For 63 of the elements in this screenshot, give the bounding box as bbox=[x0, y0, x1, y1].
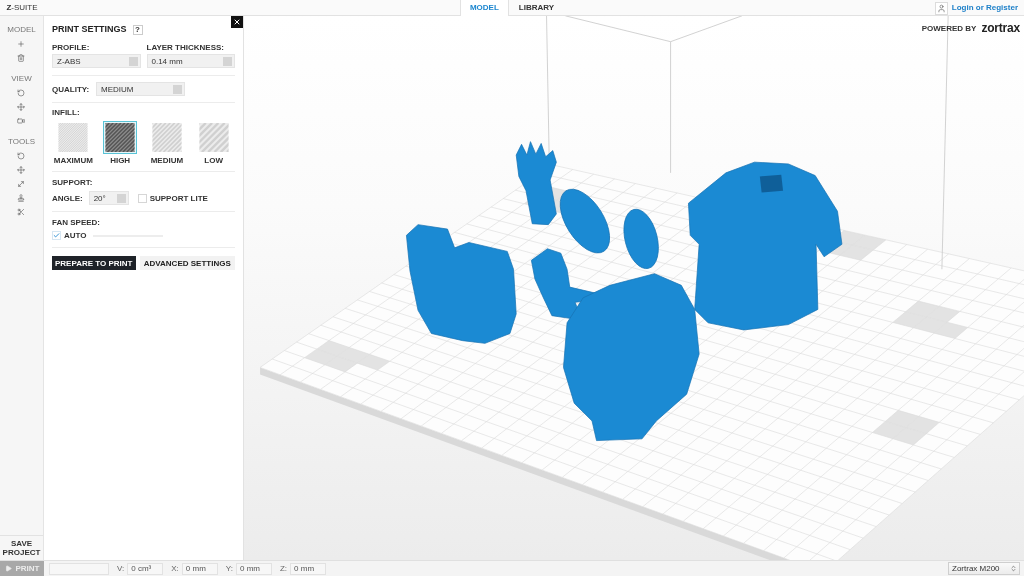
login-link[interactable]: Login or Register bbox=[951, 3, 1018, 13]
dropdown-handle-icon bbox=[173, 84, 182, 94]
panel-title: PRINT SETTINGS bbox=[52, 24, 127, 35]
field-label: INFILL: bbox=[52, 108, 81, 117]
video-camera-icon[interactable] bbox=[17, 117, 26, 125]
field-label: QUALITY: bbox=[52, 84, 91, 94]
profile-select[interactable]: Z-ABS bbox=[52, 54, 141, 68]
hatch-pattern-icon bbox=[198, 123, 229, 152]
auto-checkbox[interactable] bbox=[52, 231, 61, 240]
close-button[interactable] bbox=[231, 16, 243, 28]
dropdown-handle-icon bbox=[128, 56, 138, 66]
app-logo: Z-SUITE bbox=[6, 3, 38, 13]
checkmark-icon bbox=[53, 232, 60, 239]
layer-thickness-select[interactable]: 0.14 mm bbox=[146, 54, 235, 68]
diagonal-arrows-icon[interactable] bbox=[17, 180, 26, 188]
hatch-pattern-icon bbox=[58, 123, 89, 152]
plus-icon[interactable] bbox=[17, 40, 26, 48]
play-icon bbox=[4, 565, 12, 572]
field-label: FAN SPEED: bbox=[52, 218, 101, 227]
hatch-pattern-icon bbox=[105, 123, 136, 152]
shoe-model bbox=[559, 188, 610, 254]
field-label: LAYER THICKNESS: bbox=[146, 43, 225, 52]
move-icon[interactable] bbox=[17, 166, 26, 174]
readout-label: V: bbox=[117, 564, 125, 573]
printer-select[interactable]: Zortrax M200 bbox=[948, 562, 1020, 575]
readout-field[interactable]: 0 mm bbox=[235, 562, 272, 575]
close-icon bbox=[233, 18, 241, 26]
field-label: ANGLE: bbox=[52, 193, 83, 203]
help-button[interactable]: ? bbox=[132, 24, 143, 35]
field-label: PROFILE: bbox=[52, 43, 91, 52]
dropdown-handle-icon bbox=[223, 56, 232, 66]
shoe-model bbox=[623, 208, 659, 269]
rotate-icon[interactable] bbox=[17, 152, 26, 160]
checkbox-label: SUPPORT LITE bbox=[149, 193, 208, 203]
angle-select[interactable]: 20° bbox=[88, 191, 129, 205]
section-label: TOOLS bbox=[8, 137, 35, 146]
prepare-button[interactable]: PREPARE TO PRINT bbox=[52, 256, 136, 270]
checkbox-label: AUTO bbox=[64, 231, 87, 240]
section-label: VIEW bbox=[11, 74, 32, 83]
quality-select[interactable]: MEDIUM bbox=[96, 82, 185, 96]
scissors-icon[interactable] bbox=[17, 208, 26, 216]
readout-label: X: bbox=[171, 564, 179, 573]
trash-icon[interactable] bbox=[17, 54, 26, 62]
user-icon[interactable] bbox=[934, 1, 948, 15]
rotate-icon[interactable] bbox=[17, 89, 26, 97]
section-label: MODEL bbox=[7, 25, 36, 34]
field-label: SUPPORT: bbox=[52, 178, 94, 187]
readout-label: Y: bbox=[225, 564, 233, 573]
nav-tab[interactable]: MODEL bbox=[459, 0, 509, 16]
support-lite-checkbox[interactable] bbox=[137, 193, 147, 203]
nav-tab[interactable]: LIBRARY bbox=[508, 0, 565, 16]
up-down-arrows-icon bbox=[1010, 565, 1017, 572]
powered-by-label: POWERED BY bbox=[921, 24, 977, 33]
dropdown-handle-icon bbox=[116, 193, 126, 203]
readout-field[interactable]: 0 mm bbox=[181, 562, 218, 575]
readout-field[interactable]: 0 mm bbox=[290, 562, 327, 575]
hatch-pattern-icon bbox=[151, 123, 182, 152]
stamp-icon[interactable] bbox=[17, 194, 26, 202]
brand-wordmark: zortrax bbox=[981, 22, 1020, 35]
settings-button[interactable]: ADVANCED SETTINGS bbox=[139, 256, 235, 270]
move-icon[interactable] bbox=[17, 103, 26, 111]
readout-field[interactable]: 0 cm³ bbox=[127, 562, 164, 575]
readout-label: Z: bbox=[279, 564, 288, 573]
